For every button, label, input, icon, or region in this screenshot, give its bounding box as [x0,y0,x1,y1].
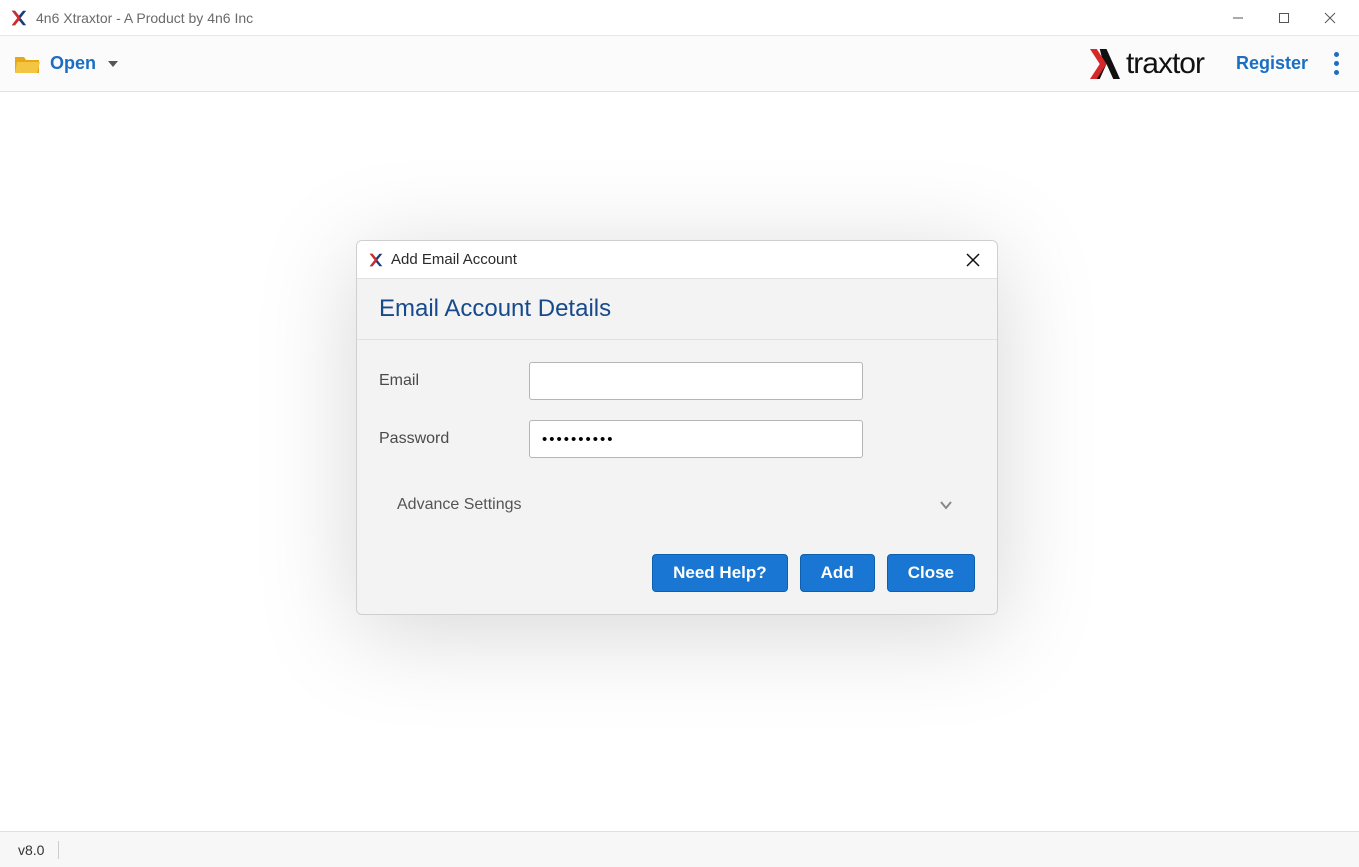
dialog-title: Add Email Account [391,251,961,268]
chevron-down-icon [939,498,953,512]
maximize-button[interactable] [1261,0,1307,36]
statusbar-separator [58,841,59,859]
toolbar: Open traxtor Register [0,36,1359,92]
dialog-body: Email Password Advance Settings [357,340,997,542]
dialog-header: Email Account Details [357,279,997,340]
toolbar-right: traxtor Register [1088,46,1345,81]
password-label: Password [379,430,529,448]
minimize-button[interactable] [1215,0,1261,36]
close-button[interactable]: Close [887,554,975,592]
dialog-close-button[interactable] [961,248,985,272]
dialog-footer: Need Help? Add Close [357,542,997,614]
chevron-down-icon [108,61,118,67]
x-logo-icon [1088,49,1122,79]
window-title: 4n6 Xtraxtor - A Product by 4n6 Inc [36,10,1215,26]
need-help-button[interactable]: Need Help? [652,554,788,592]
dialog-heading: Email Account Details [379,295,975,323]
status-bar: v8.0 [0,831,1359,867]
password-field[interactable] [529,420,863,458]
folder-icon [14,53,40,75]
more-menu-button[interactable] [1328,46,1345,81]
app-icon [10,9,28,27]
advance-settings-toggle[interactable]: Advance Settings [379,478,975,532]
version-label: v8.0 [18,842,44,858]
toolbar-left: Open [14,53,118,75]
advance-settings-label: Advance Settings [397,496,939,514]
register-link[interactable]: Register [1236,53,1308,74]
main-content: Add Email Account Email Account Details … [0,92,1359,831]
email-field[interactable] [529,362,863,400]
add-email-account-dialog: Add Email Account Email Account Details … [356,240,998,615]
window-controls [1215,0,1353,36]
close-window-button[interactable] [1307,0,1353,36]
email-label: Email [379,372,529,390]
open-menu-button[interactable]: Open [14,53,118,75]
open-label: Open [50,53,96,74]
dialog-titlebar: Add Email Account [357,241,997,279]
dialog-icon [369,253,383,267]
brand-text: traxtor [1126,47,1204,81]
add-button[interactable]: Add [800,554,875,592]
window-titlebar: 4n6 Xtraxtor - A Product by 4n6 Inc [0,0,1359,36]
brand-logo: traxtor [1088,47,1204,81]
